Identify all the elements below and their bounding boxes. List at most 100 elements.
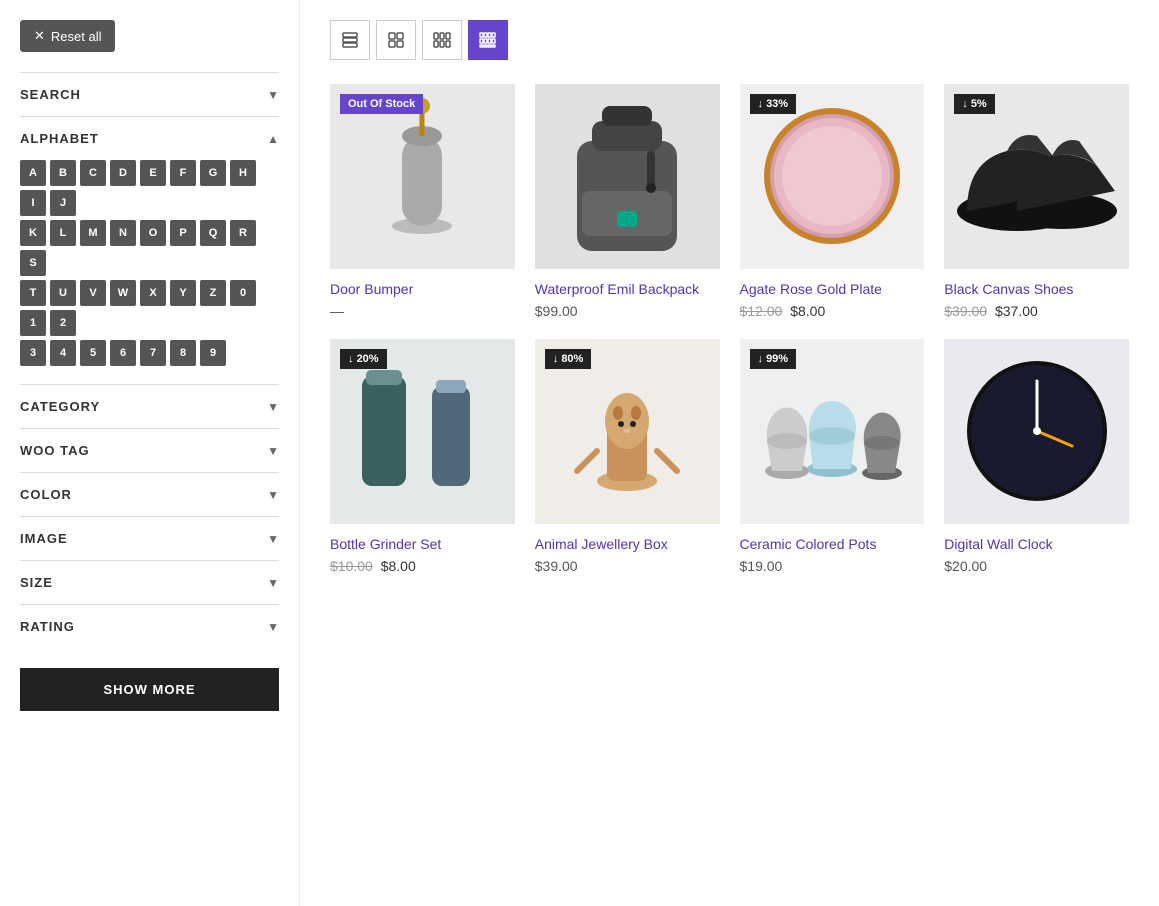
product-price-sale-4: $37.00	[995, 303, 1038, 319]
filter-image-header[interactable]: IMAGE ▼	[20, 531, 279, 546]
product-price-3: $12.00 $8.00	[740, 303, 925, 319]
alpha-M[interactable]: M	[80, 220, 106, 246]
discount-badge-6: 80%	[545, 349, 592, 369]
alpha-A[interactable]: A	[20, 160, 46, 186]
product-image-5: 20%	[330, 339, 515, 524]
filter-category-header[interactable]: CATEGORY ▼	[20, 399, 279, 414]
product-price-value-7: $19.00	[740, 558, 783, 574]
product-price-1: —	[330, 303, 515, 319]
product-card-1: Out Of Stock Door Bumper —	[330, 84, 515, 319]
view-grid4-button[interactable]	[468, 20, 508, 60]
product-grid: Out Of Stock Door Bumper —	[330, 84, 1129, 574]
show-more-button[interactable]: SHOW MORE	[20, 668, 279, 711]
product-link-4[interactable]: Black Canvas Shoes	[944, 281, 1073, 297]
product-link-7[interactable]: Ceramic Colored Pots	[740, 536, 877, 552]
filter-rating: RATING ▼	[20, 604, 279, 648]
reset-all-button[interactable]: Reset all	[20, 20, 115, 52]
view-grid2-button[interactable]	[376, 20, 416, 60]
alpha-G[interactable]: G	[200, 160, 226, 186]
view-grid3-button[interactable]	[422, 20, 462, 60]
alpha-K[interactable]: K	[20, 220, 46, 246]
product-link-6[interactable]: Animal Jewellery Box	[535, 536, 668, 552]
alpha-U[interactable]: U	[50, 280, 76, 306]
alpha-Y[interactable]: Y	[170, 280, 196, 306]
alpha-3[interactable]: 3	[20, 340, 46, 366]
alpha-8[interactable]: 8	[170, 340, 196, 366]
product-name-2: Waterproof Emil Backpack	[535, 281, 720, 297]
filter-search-header[interactable]: SEARCH ▼	[20, 87, 279, 102]
alphabet-grid: A B C D E F G H I J K L M N O P	[20, 160, 279, 366]
discount-badge-3: 33%	[750, 94, 797, 114]
filter-size-header[interactable]: SIZE ▼	[20, 575, 279, 590]
alpha-F[interactable]: F	[170, 160, 196, 186]
category-chevron-icon: ▼	[267, 400, 279, 414]
image-chevron-icon: ▼	[267, 532, 279, 546]
alpha-B[interactable]: B	[50, 160, 76, 186]
alpha-5[interactable]: 5	[80, 340, 106, 366]
filter-rating-header[interactable]: RATING ▼	[20, 619, 279, 634]
discount-badge-7: 99%	[750, 349, 797, 369]
filter-woo-tag-header[interactable]: WOO TAG ▼	[20, 443, 279, 458]
product-image-1: Out Of Stock	[330, 84, 515, 269]
alpha-4[interactable]: 4	[50, 340, 76, 366]
filter-alphabet-header[interactable]: ALPHABET ▲	[20, 131, 279, 146]
product-price-2: $99.00	[535, 303, 720, 319]
product-price-sale-3: $8.00	[790, 303, 825, 319]
alpha-T[interactable]: T	[20, 280, 46, 306]
alpha-6[interactable]: 6	[110, 340, 136, 366]
alpha-D[interactable]: D	[110, 160, 136, 186]
product-link-3[interactable]: Agate Rose Gold Plate	[740, 281, 882, 297]
product-price-value-1: —	[330, 303, 344, 319]
filter-alphabet: ALPHABET ▲ A B C D E F G H I J K	[20, 116, 279, 384]
product-price-value-8: $20.00	[944, 558, 987, 574]
alpha-W[interactable]: W	[110, 280, 136, 306]
product-card-3: 33% Agate Rose Gold Plate $12.00 $8.00	[740, 84, 925, 319]
alpha-C[interactable]: C	[80, 160, 106, 186]
color-chevron-icon: ▼	[267, 488, 279, 502]
alpha-N[interactable]: N	[110, 220, 136, 246]
alpha-E[interactable]: E	[140, 160, 166, 186]
filter-search-title: SEARCH	[20, 87, 81, 102]
alpha-O[interactable]: O	[140, 220, 166, 246]
product-name-4: Black Canvas Shoes	[944, 281, 1129, 297]
alpha-2[interactable]: 2	[50, 310, 76, 336]
woo-tag-chevron-icon: ▼	[267, 444, 279, 458]
alpha-R[interactable]: R	[230, 220, 256, 246]
alpha-H[interactable]: H	[230, 160, 256, 186]
alpha-P[interactable]: P	[170, 220, 196, 246]
product-card-2: Waterproof Emil Backpack $99.00	[535, 84, 720, 319]
product-image-3: 33%	[740, 84, 925, 269]
alpha-I[interactable]: I	[20, 190, 46, 216]
alpha-7[interactable]: 7	[140, 340, 166, 366]
alpha-1[interactable]: 1	[20, 310, 46, 336]
product-link-8[interactable]: Digital Wall Clock	[944, 536, 1052, 552]
filter-woo-tag-title: WOO TAG	[20, 443, 90, 458]
product-name-8: Digital Wall Clock	[944, 536, 1129, 552]
view-list-button[interactable]	[330, 20, 370, 60]
alpha-Q[interactable]: Q	[200, 220, 226, 246]
product-price-original-5: $10.00	[330, 558, 373, 574]
alphabet-chevron-icon: ▲	[267, 132, 279, 146]
product-link-2[interactable]: Waterproof Emil Backpack	[535, 281, 699, 297]
alpha-9[interactable]: 9	[200, 340, 226, 366]
alpha-X[interactable]: X	[140, 280, 166, 306]
filter-color-header[interactable]: COLOR ▼	[20, 487, 279, 502]
product-image-8	[944, 339, 1129, 524]
alpha-L[interactable]: L	[50, 220, 76, 246]
product-link-1[interactable]: Door Bumper	[330, 281, 413, 297]
product-price-4: $39.00 $37.00	[944, 303, 1129, 319]
product-card-4: 5% Black Canvas Shoes $39.00 $37.0	[944, 84, 1129, 319]
alpha-J[interactable]: J	[50, 190, 76, 216]
alpha-V[interactable]: V	[80, 280, 106, 306]
alpha-S[interactable]: S	[20, 250, 46, 276]
product-image-2	[535, 84, 720, 269]
product-price-7: $19.00	[740, 558, 925, 574]
filter-color: COLOR ▼	[20, 472, 279, 516]
alpha-Z[interactable]: Z	[200, 280, 226, 306]
product-link-5[interactable]: Bottle Grinder Set	[330, 536, 441, 552]
product-card-6: 80% Animal Jewellery	[535, 339, 720, 574]
filter-color-title: COLOR	[20, 487, 72, 502]
alpha-0[interactable]: 0	[230, 280, 256, 306]
filter-image: IMAGE ▼	[20, 516, 279, 560]
filter-size: SIZE ▼	[20, 560, 279, 604]
